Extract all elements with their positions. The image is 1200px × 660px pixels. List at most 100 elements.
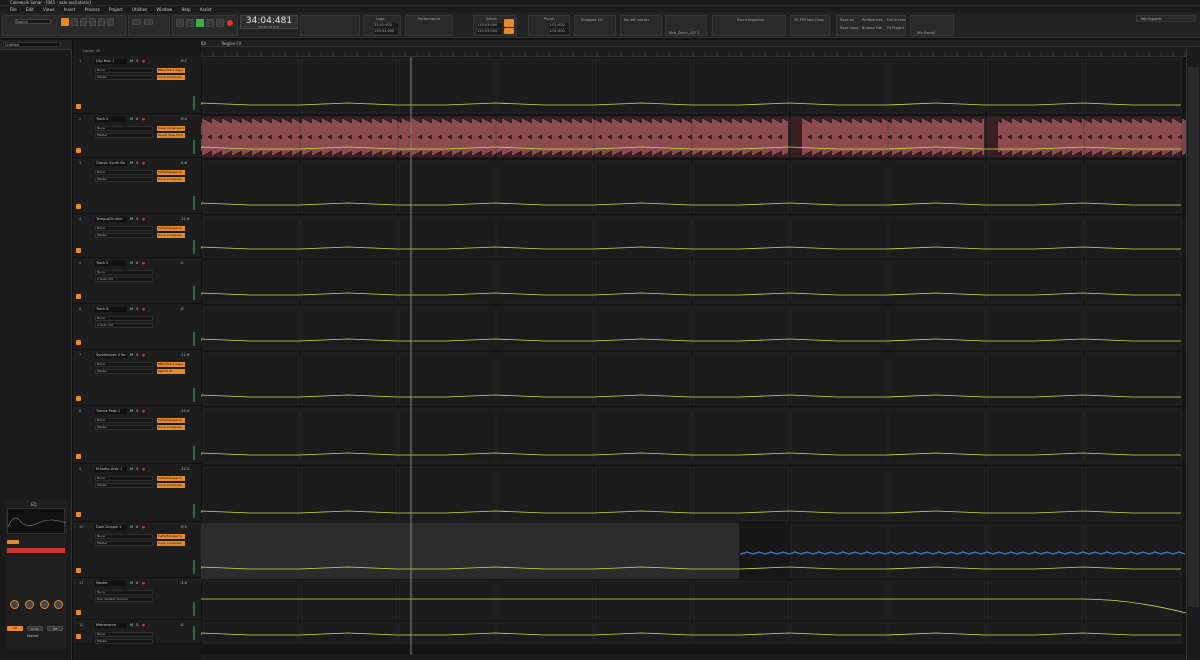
search-input[interactable]: Search xyxy=(15,19,51,24)
solo-icon[interactable]: S xyxy=(136,261,138,265)
menu-utilities[interactable]: Utilities xyxy=(132,7,147,12)
track-header[interactable]: 7 Synthesizer V Re M S ● -11.9 None Master BBR-H… xyxy=(73,350,201,406)
snap-value[interactable]: Snapped 1/1 xyxy=(581,18,603,22)
mix-recall-button[interactable]: Mix Recall xyxy=(917,31,935,35)
output-select[interactable]: Master xyxy=(95,133,153,138)
select-lock-icon[interactable] xyxy=(504,19,514,27)
knob-2-icon[interactable] xyxy=(25,600,34,609)
track-header[interactable]: 8 Trance Pads 1 M S ● -15.0 None Master VaHaHaSu… xyxy=(73,406,201,464)
loop-end[interactable]: 129:01:000 xyxy=(374,29,398,34)
output-select[interactable]: Master xyxy=(95,369,153,374)
preferences-button[interactable]: Preferences xyxy=(862,18,883,22)
track-name[interactable]: Synthesizer V Re xyxy=(95,353,127,358)
lane-expand-icon[interactable] xyxy=(76,454,81,459)
mute-icon[interactable]: M xyxy=(130,525,133,529)
solo-icon[interactable]: S xyxy=(136,581,138,585)
lane-expand-icon[interactable] xyxy=(76,512,81,517)
horizontal-scrollbar[interactable] xyxy=(201,655,1186,660)
mute-button[interactable]: Mute xyxy=(27,626,43,631)
solo-icon[interactable]: S xyxy=(136,623,138,627)
draw-tool-icon[interactable] xyxy=(98,18,105,26)
track-view-menu-region-fx[interactable]: Region FX xyxy=(221,41,241,46)
record-icon[interactable] xyxy=(227,20,233,26)
mute-icon[interactable]: M xyxy=(130,353,133,357)
marker-label[interactable]: No left marker xyxy=(624,18,649,22)
all-button[interactable]: All xyxy=(7,626,23,631)
mute-icon[interactable]: M xyxy=(130,307,133,311)
track-name[interactable]: Track 6 xyxy=(95,307,127,312)
fx-slot-1[interactable]: BBR-HVR-1 Cape xyxy=(157,68,185,73)
track-header[interactable]: 2 Track 2 M S ● -9.4 None Master Cuve Compressor… xyxy=(73,114,201,158)
select-tool-icon[interactable] xyxy=(71,18,78,26)
smart-tool-icon[interactable] xyxy=(61,18,69,26)
input-select[interactable]: None xyxy=(95,68,153,73)
input-select[interactable]: None xyxy=(95,362,153,367)
track-volume[interactable]: -0 xyxy=(180,307,184,311)
solo-icon[interactable]: S xyxy=(136,217,138,221)
input-select[interactable]: None xyxy=(95,170,153,175)
track-volume[interactable]: -9.4 xyxy=(180,117,187,121)
fx-slot-2[interactable]: Cuve Compress xyxy=(157,541,185,546)
input-select[interactable]: None xyxy=(95,316,153,321)
record-arm-icon[interactable]: ● xyxy=(142,307,145,311)
fx-slot-1[interactable]: VaHaHaSuperm xyxy=(157,226,185,231)
mute-icon[interactable]: M xyxy=(130,261,133,265)
record-arm-icon[interactable]: ● xyxy=(142,217,145,221)
record-arm-icon[interactable]: ● xyxy=(142,467,145,471)
solo-icon[interactable]: S xyxy=(136,353,138,357)
fx-slot-2[interactable]: Cuve Compress xyxy=(157,425,185,430)
lane-expand-icon[interactable] xyxy=(76,340,81,345)
solo-icon[interactable]: S xyxy=(136,161,138,165)
record-arm-icon[interactable]: ● xyxy=(142,117,145,121)
solo-icon[interactable]: S xyxy=(136,117,138,121)
menu-edit[interactable]: Edit xyxy=(26,7,34,12)
menu-insert[interactable]: Insert xyxy=(64,7,75,12)
track-volume[interactable]: -12.1 xyxy=(180,467,189,471)
mute-icon[interactable]: M xyxy=(130,117,133,121)
record-arm-icon[interactable]: ● xyxy=(142,581,145,585)
vertical-scroll-thumb[interactable] xyxy=(1188,67,1199,607)
track-volume[interactable]: -0 xyxy=(180,623,184,627)
workspaces-dropdown[interactable]: Workspaces xyxy=(1141,17,1162,21)
record-arm-icon[interactable]: ● xyxy=(142,409,145,413)
fx-slot-2[interactable]: Cuve Compress xyxy=(157,233,185,238)
select-start[interactable]: 115:03:000 xyxy=(477,23,502,28)
track-volume[interactable]: -11.9 xyxy=(180,353,189,357)
track-volume[interactable]: -9.2 xyxy=(180,59,187,63)
output-select[interactable]: 2 Outs Intl xyxy=(95,323,153,328)
menu-assist[interactable]: Assist xyxy=(200,7,212,12)
play-icon[interactable] xyxy=(196,19,204,27)
input-select[interactable]: None xyxy=(95,534,153,539)
fx-slot-1[interactable]: VaHaHaSuperm xyxy=(157,534,185,539)
fx-slot-1[interactable]: VaHaHaSuperm xyxy=(157,418,185,423)
select-end[interactable]: 115:03:000 xyxy=(477,29,502,34)
track-header[interactable]: 5 Track 5 M S ● -0 None 2 Outs Intl xyxy=(73,258,201,304)
track-header[interactable]: 3 Classic Synth Ba M S ● -5.6 None Master VaHaHa… xyxy=(73,158,201,214)
fx-slot-2[interactable]: Sound Pipe-3Tr.0 xyxy=(157,133,185,138)
track-volume[interactable]: -12.9 xyxy=(180,217,189,221)
stop-icon[interactable] xyxy=(186,19,194,27)
track-header[interactable]: 9 Ethnety Artic 1 M S ● -12.1 None Master VaHaHa… xyxy=(73,464,201,522)
input-select[interactable]: None xyxy=(95,418,153,423)
mute-icon[interactable]: M xyxy=(130,409,133,413)
knob-4-icon[interactable] xyxy=(54,600,63,609)
track-volume[interactable]: -3.0 xyxy=(180,581,187,585)
record-arm-icon[interactable]: ● xyxy=(142,623,145,627)
menu-help[interactable]: Help xyxy=(181,7,190,12)
gear-icon[interactable] xyxy=(132,19,141,25)
track-name[interactable]: Classic Synth Ba xyxy=(95,161,127,166)
mute-icon[interactable]: M xyxy=(130,623,133,627)
move-tool-icon[interactable] xyxy=(80,18,87,26)
lane-expand-icon[interactable] xyxy=(76,634,81,639)
menu-views[interactable]: Views xyxy=(43,7,55,12)
fx-slot-1[interactable]: VaHaHaSuperm xyxy=(157,476,185,481)
clips-pane[interactable] xyxy=(201,57,1186,655)
output-select[interactable]: Master xyxy=(95,75,153,80)
output-select[interactable]: Master xyxy=(95,177,153,182)
punch-end[interactable]: 1:01:000 xyxy=(549,29,569,34)
save-copy-button[interactable]: Save Copy xyxy=(840,26,859,30)
menu-process[interactable]: Process xyxy=(85,7,100,12)
mute-icon[interactable]: M xyxy=(130,581,133,585)
eq-display[interactable] xyxy=(7,508,67,534)
forward-icon[interactable] xyxy=(206,19,214,27)
